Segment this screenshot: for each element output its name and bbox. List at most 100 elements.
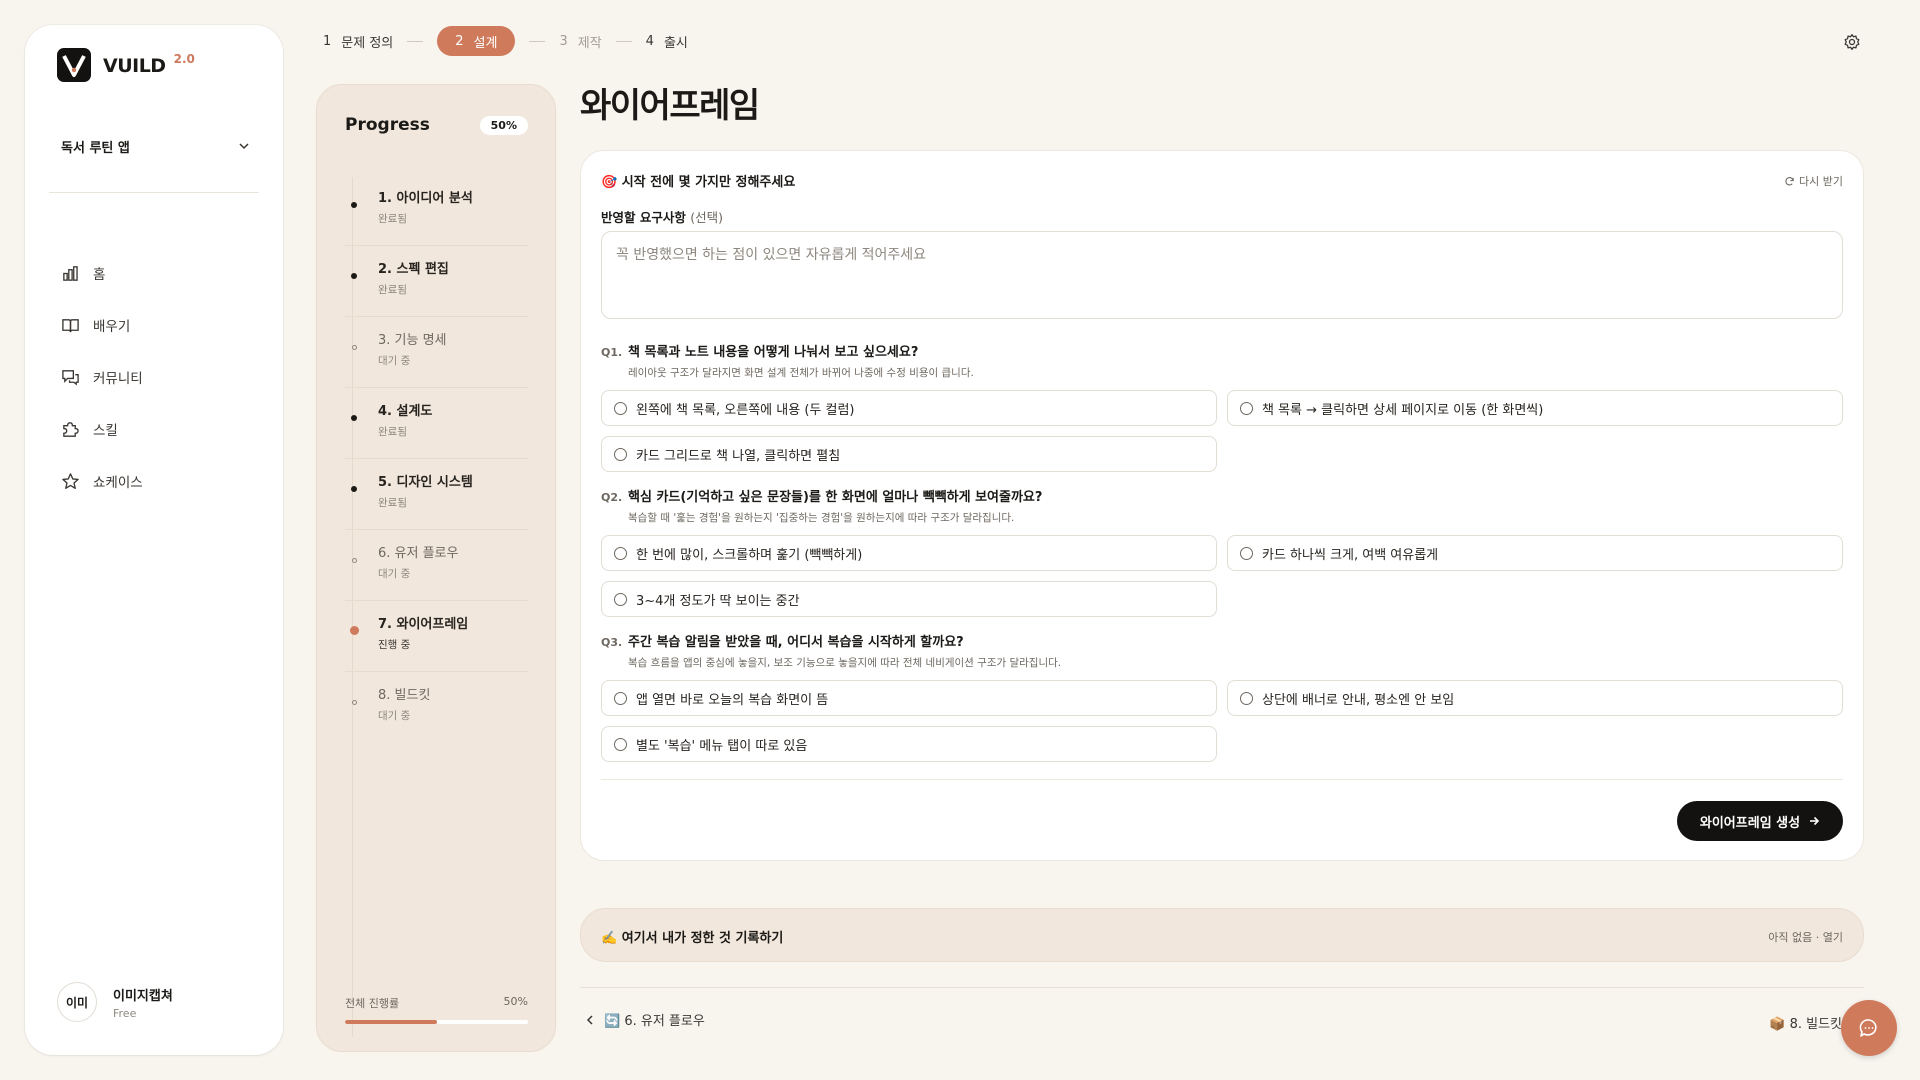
step-label: 출시 [663, 35, 688, 51]
progress-item-name: 5. 디자인 시스템 [378, 475, 473, 490]
overall-progress-label: 전체 진행률 [345, 997, 400, 1010]
status-dot [351, 273, 357, 279]
card-divider [601, 779, 1843, 780]
next-step-link[interactable]: 📦 8. 빌드킷 [1769, 1013, 1842, 1032]
generate-wireframe-button[interactable]: 와이어프레임 생성 [1677, 801, 1843, 841]
logo-text: VUILD [103, 55, 166, 77]
logo-version: 2.0 [173, 52, 195, 66]
radio-circle-icon [1240, 401, 1253, 415]
sidebar-nav: 홈 배우기 커뮤니티 스킬 쇼케이스 [61, 247, 143, 507]
option-radio[interactable]: 3~4개 정도가 딱 보이는 중간 [601, 581, 1217, 617]
step-problem-definition[interactable]: 1 문제 정의 [323, 32, 393, 51]
sidebar-item-learn[interactable]: 배우기 [61, 299, 143, 351]
sidebar-item-label: 배우기 [93, 319, 131, 335]
status-dot [349, 626, 359, 635]
progress-item-name: 3. 기능 명세 [378, 333, 447, 348]
progress-item[interactable]: 4. 설계도 완료됨 [345, 388, 528, 459]
radio-circle-icon [1240, 691, 1253, 705]
progress-item-status: 완료됨 [378, 426, 407, 438]
progress-item-current[interactable]: 7. 와이어프레임 진행 중 [345, 601, 528, 672]
question-description: 복습 흐름을 앱의 중심에 놓을지, 보조 기능으로 놓을지에 따라 전체 네비… [628, 657, 1062, 669]
bottom-divider [580, 987, 1864, 988]
progress-list: 1. 아이디어 분석 완료됨 2. 스펙 편집 완료됨 3. 기능 명세 대기 … [345, 175, 528, 743]
user-profile[interactable]: 이미 이미지캡쳐 Free [57, 982, 173, 1022]
sidebar-item-label: 커뮤니티 [93, 371, 143, 387]
chevron-down-icon [239, 143, 249, 150]
option-radio[interactable]: 별도 '복습' 메뉴 탭이 따로 있음 [601, 726, 1217, 762]
gear-icon[interactable] [1843, 33, 1861, 51]
option-label: 상단에 배너로 안내, 평소엔 안 보임 [1262, 692, 1455, 708]
option-radio[interactable]: 왼쪽에 책 목록, 오른쪽에 내용 (두 컬럼) [601, 390, 1217, 426]
overall-progress-value: 50% [503, 995, 528, 1008]
note-title: ✍️ 여기서 내가 정한 것 기록하기 [601, 931, 784, 946]
project-select[interactable]: 독서 루틴 앱 [61, 129, 251, 163]
option-label: 앱 열면 바로 오늘의 복습 화면이 뜸 [636, 692, 829, 708]
logo[interactable]: VUILD 2.0 [57, 48, 195, 82]
chat-button[interactable] [1841, 1000, 1897, 1056]
progress-item[interactable]: 1. 아이디어 분석 완료됨 [345, 175, 528, 246]
step-number: 1 [323, 33, 332, 49]
question-card: 🎯 시작 전에 몇 가지만 정해주세요 다시 받기 반영할 요구사항 (선택) … [580, 150, 1864, 861]
progress-item-status: 진행 중 [378, 639, 411, 651]
progress-item-status: 대기 중 [378, 710, 411, 722]
option-label: 3~4개 정도가 딱 보이는 중간 [636, 593, 800, 609]
avatar: 이미 [57, 982, 97, 1022]
requirements-optional: (선택) [690, 210, 723, 225]
progress-badge: 50% [479, 115, 528, 135]
sidebar-item-label: 홈 [93, 267, 106, 283]
progress-item[interactable]: 8. 빌드킷 대기 중 [345, 672, 528, 743]
chat-bubbles-icon [62, 369, 79, 386]
book-icon [62, 318, 79, 332]
sidebar-divider [49, 192, 259, 193]
decision-note-bar[interactable]: ✍️ 여기서 내가 정한 것 기록하기 아직 없음 · 열기 [580, 908, 1864, 962]
question-3: Q3. 주간 복습 알림을 받았을 때, 어디서 복습을 시작하게 할까요? 복… [601, 631, 1843, 762]
option-group: 한 번에 많이, 스크롤하며 훑기 (빽빽하게) 카드 하나씩 크게, 여백 여… [601, 535, 1843, 617]
requirements-input[interactable] [601, 231, 1843, 319]
progress-item[interactable]: 6. 유저 플로우 대기 중 [345, 530, 528, 601]
progress-item-status: 완료됨 [378, 213, 407, 225]
progress-item-name: 7. 와이어프레임 [378, 617, 469, 632]
sidebar-item-skills[interactable]: 스킬 [61, 403, 143, 455]
sidebar-item-home[interactable]: 홈 [61, 247, 143, 299]
option-label: 왼쪽에 책 목록, 오른쪽에 내용 (두 컬럼) [636, 402, 855, 418]
radio-circle-icon [614, 401, 627, 415]
question-text: 주간 복습 알림을 받았을 때, 어디서 복습을 시작하게 할까요? [628, 635, 964, 650]
option-group: 앱 열면 바로 오늘의 복습 화면이 뜸 상단에 배너로 안내, 평소엔 안 보… [601, 680, 1843, 762]
phase-stepper: 1 문제 정의 2 설계 3 제작 4 출시 [323, 26, 688, 56]
sidebar-item-community[interactable]: 커뮤니티 [61, 351, 143, 403]
step-launch[interactable]: 4 출시 [646, 32, 688, 51]
step-separator [529, 40, 546, 42]
progress-header: Progress 50% [345, 115, 528, 135]
progress-item-name: 4. 설계도 [378, 404, 433, 419]
step-label: 설계 [473, 35, 498, 51]
sidebar: VUILD 2.0 독서 루틴 앱 홈 배우기 커뮤니티 스킬 쇼케이스 이미 … [25, 25, 283, 1055]
option-radio[interactable]: 한 번에 많이, 스크롤하며 훑기 (빽빽하게) [601, 535, 1217, 571]
progress-item[interactable]: 2. 스펙 편집 완료됨 [345, 246, 528, 317]
sidebar-item-label: 스킬 [93, 423, 118, 439]
progress-item[interactable]: 3. 기능 명세 대기 중 [345, 317, 528, 388]
status-dot [351, 700, 357, 705]
radio-circle-icon [614, 546, 627, 560]
radio-circle-icon [1240, 546, 1253, 560]
regenerate-label: 다시 받기 [1799, 175, 1843, 188]
step-build[interactable]: 3 제작 [559, 32, 601, 51]
sidebar-item-showcase[interactable]: 쇼케이스 [61, 455, 143, 507]
question-description: 복습할 때 '훑는 경험'을 원하는지 '집중하는 경험'을 원하는지에 따라 … [628, 512, 1015, 524]
option-radio[interactable]: 책 목록 → 클릭하면 상세 페이지로 이동 (한 화면씩) [1227, 390, 1843, 426]
progress-panel: Progress 50% 1. 아이디어 분석 완료됨 2. 스펙 편집 완료됨… [316, 84, 556, 1052]
step-design[interactable]: 2 설계 [437, 26, 516, 56]
radio-circle-icon [614, 691, 627, 705]
option-radio[interactable]: 상단에 배너로 안내, 평소엔 안 보임 [1227, 680, 1843, 716]
page-title: 와이어프레임 [580, 86, 760, 126]
progress-item-name: 8. 빌드킷 [378, 688, 431, 703]
status-dot [351, 202, 357, 208]
option-radio[interactable]: 앱 열면 바로 오늘의 복습 화면이 뜸 [601, 680, 1217, 716]
previous-step-link[interactable]: 🔄 6. 유저 플로우 [584, 1010, 705, 1029]
option-radio[interactable]: 카드 그리드로 책 나열, 클릭하면 펼침 [601, 436, 1217, 472]
progress-item[interactable]: 5. 디자인 시스템 완료됨 [345, 459, 528, 530]
option-radio[interactable]: 카드 하나씩 크게, 여백 여유롭게 [1227, 535, 1843, 571]
progress-item-status: 대기 중 [378, 568, 411, 580]
question-text: 핵심 카드(기억하고 싶은 문장들)를 한 화면에 얼마나 빽빽하게 보여줄까요… [628, 490, 1043, 505]
regenerate-button[interactable]: 다시 받기 [1784, 173, 1843, 189]
radio-circle-icon [614, 447, 627, 461]
